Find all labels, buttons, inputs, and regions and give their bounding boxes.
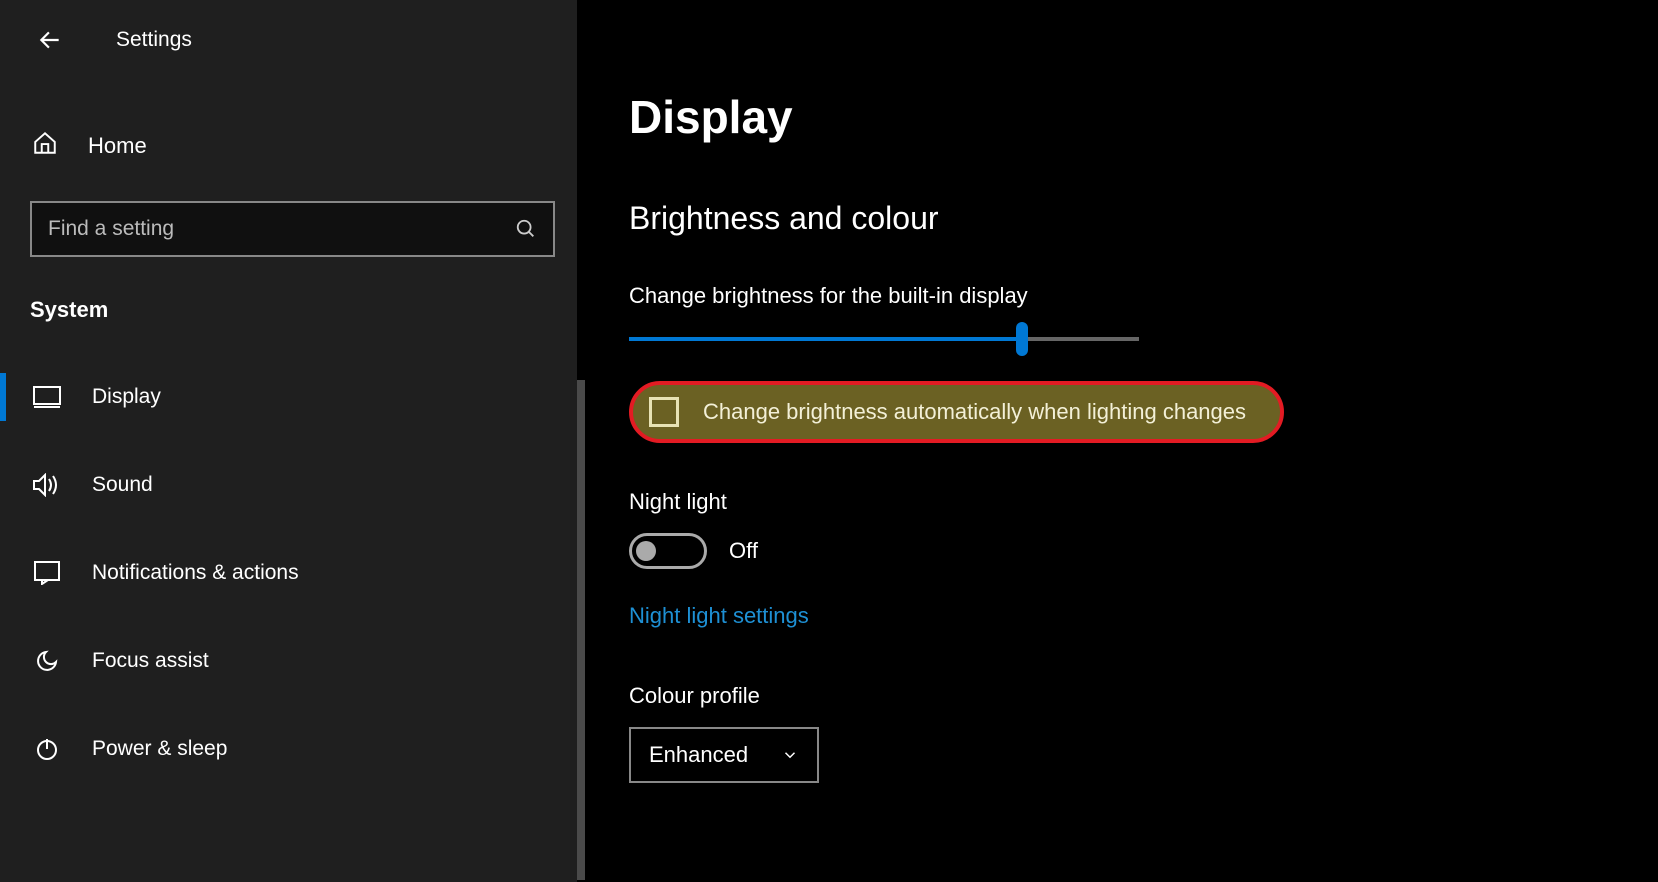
night-light-toggle[interactable] <box>629 533 707 569</box>
night-light-heading: Night light <box>629 489 1658 515</box>
sidebar-scrollbar-thumb[interactable] <box>577 380 585 880</box>
colour-profile-label: Colour profile <box>629 683 1658 709</box>
colour-profile-dropdown[interactable]: Enhanced <box>629 727 819 783</box>
auto-brightness-checkbox-highlight: Change brightness automatically when lig… <box>629 381 1284 443</box>
power-icon <box>32 737 62 761</box>
app-title: Settings <box>116 28 192 52</box>
sidebar-item-power-sleep[interactable]: Power & sleep <box>0 705 585 793</box>
sidebar-item-label: Notifications & actions <box>92 561 299 585</box>
night-light-settings-link[interactable]: Night light settings <box>629 603 809 629</box>
brightness-label: Change brightness for the built-in displ… <box>629 283 1658 309</box>
sidebar-item-label: Focus assist <box>92 649 209 673</box>
sidebar-item-label: Power & sleep <box>92 737 227 761</box>
auto-brightness-checkbox[interactable] <box>649 397 679 427</box>
sidebar-item-sound[interactable]: Sound <box>0 441 585 529</box>
auto-brightness-label: Change brightness automatically when lig… <box>703 399 1246 425</box>
search-icon <box>515 218 537 240</box>
night-light-state: Off <box>729 538 758 564</box>
arrow-left-icon <box>37 27 63 53</box>
header-row: Settings <box>0 0 585 80</box>
sidebar-category: System <box>30 297 585 323</box>
search-box[interactable] <box>30 201 555 257</box>
section-brightness-colour: Brightness and colour <box>629 200 1658 237</box>
nav-home[interactable]: Home <box>0 110 585 181</box>
chevron-down-icon <box>781 746 799 764</box>
page-title: Display <box>629 90 1658 144</box>
colour-profile-value: Enhanced <box>649 742 748 768</box>
search-input[interactable] <box>48 217 515 241</box>
back-button[interactable] <box>30 20 70 60</box>
toggle-knob <box>636 541 656 561</box>
sidebar-item-label: Display <box>92 385 161 409</box>
moon-icon <box>32 649 62 673</box>
sidebar-item-focus-assist[interactable]: Focus assist <box>0 617 585 705</box>
sound-icon <box>32 473 62 497</box>
main-content: Display Brightness and colour Change bri… <box>585 0 1658 882</box>
slider-thumb[interactable] <box>1016 322 1028 356</box>
brightness-slider[interactable] <box>629 327 1139 351</box>
night-light-toggle-row: Off <box>629 533 1658 569</box>
notifications-icon <box>32 561 62 585</box>
sidebar-item-notifications[interactable]: Notifications & actions <box>0 529 585 617</box>
nav-home-label: Home <box>88 133 147 159</box>
settings-sidebar: Settings Home System Display Sound <box>0 0 585 882</box>
home-icon <box>32 130 58 161</box>
sidebar-item-label: Sound <box>92 473 153 497</box>
sidebar-item-display[interactable]: Display <box>0 353 585 441</box>
slider-fill <box>629 337 1022 341</box>
display-icon <box>32 386 62 408</box>
